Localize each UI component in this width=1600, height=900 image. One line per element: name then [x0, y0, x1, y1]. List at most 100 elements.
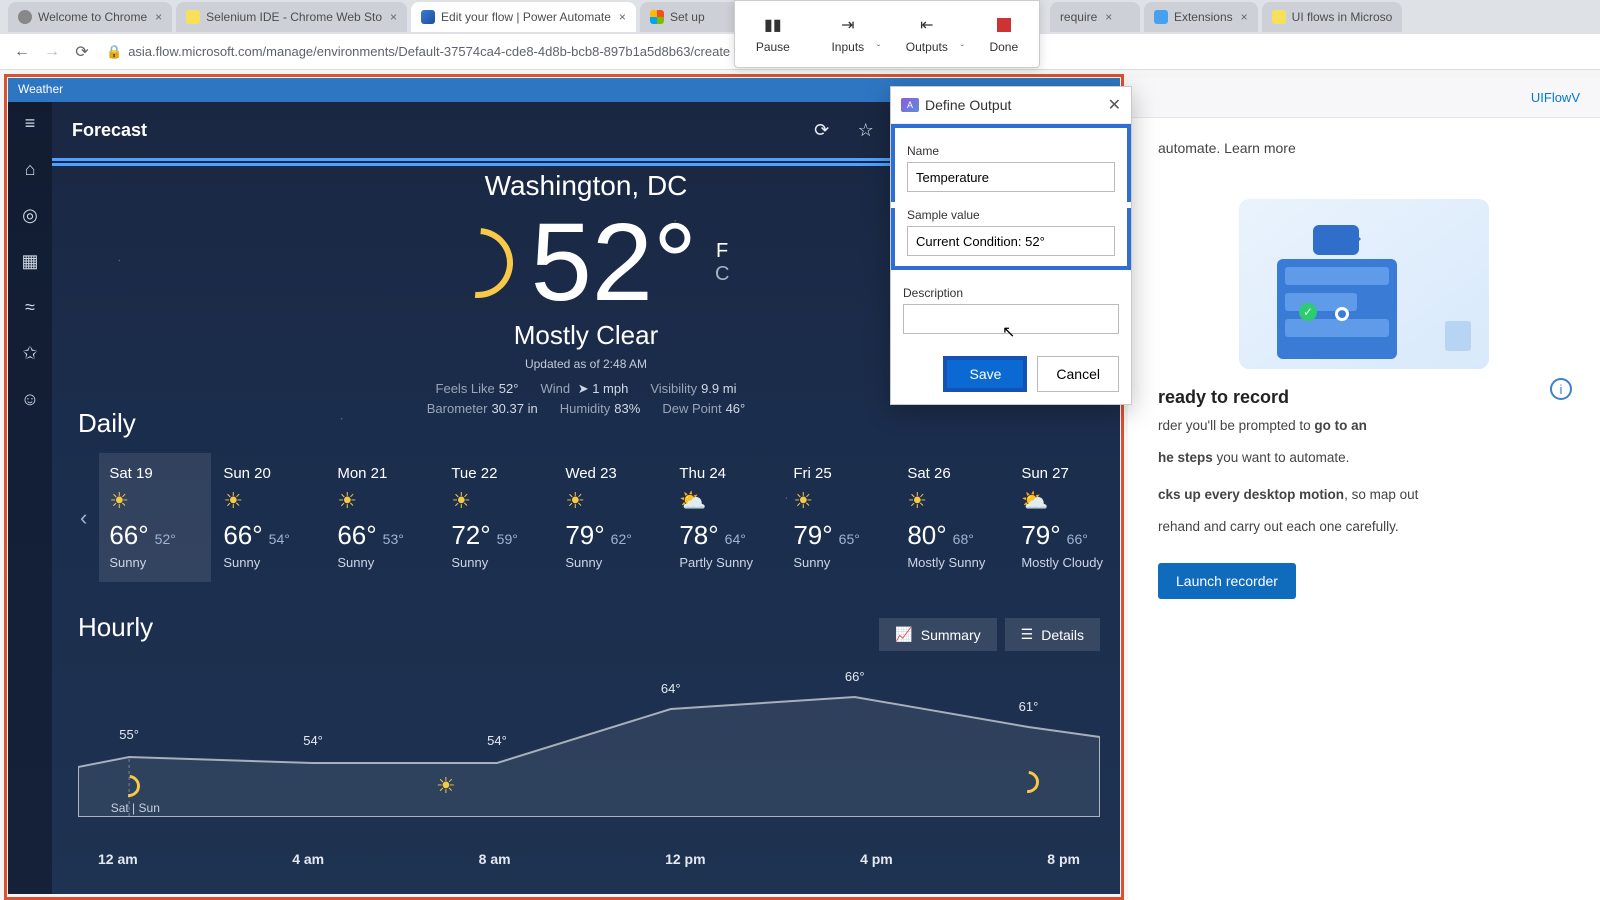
close-icon[interactable]: × [1241, 10, 1248, 24]
day-tile[interactable]: Sat 26☀80°68°Mostly Sunny [897, 453, 1009, 582]
moon-icon [428, 214, 527, 313]
cancel-button[interactable]: Cancel [1037, 356, 1119, 392]
chevron-down-icon: ˇ [960, 44, 963, 55]
temperature: 52° [531, 208, 697, 318]
chart-icon: 📈 [895, 626, 912, 643]
flow-name: UIFlowV [1531, 90, 1580, 105]
save-button[interactable]: Save [943, 356, 1027, 392]
close-icon[interactable]: ✕ [1108, 95, 1121, 115]
daily-title: Daily [78, 408, 1100, 439]
x-tick: 12 am [98, 851, 138, 867]
unit-c[interactable]: C [715, 263, 729, 286]
outputs-icon: ⇤ [920, 14, 933, 36]
x-tick: 4 pm [860, 851, 893, 867]
info-text: automate. Learn more [1128, 118, 1600, 179]
description-input[interactable] [903, 304, 1119, 334]
ready-heading: ready to record [1158, 387, 1570, 408]
x-tick: 12 pm [665, 851, 705, 867]
favorite-icon[interactable]: ✩ [19, 342, 41, 364]
forward-button[interactable]: → [40, 40, 64, 64]
tab-label: UI flows in Microso [1292, 10, 1393, 24]
illustration: ✓ [1239, 199, 1489, 369]
day-tile[interactable]: Sun 27⛅79°66°Mostly Cloudy [1011, 453, 1120, 582]
tab-welcome[interactable]: Welcome to Chrome× [8, 2, 172, 32]
sidebar: ≡ ⌂ ◎ ▦ ≈ ✩ ☺ [8, 102, 52, 894]
outputs-button[interactable]: ⇤Outputsˇ [906, 14, 948, 54]
chevron-down-icon: ˇ [877, 44, 880, 55]
radar-icon[interactable]: ◎ [19, 204, 41, 226]
recorder-toolbar: ▮▮ Pause ⇥ Inputs ˇ ⇤ Outputs ˇ Done [734, 0, 1040, 68]
tab-setup[interactable]: Set up [640, 2, 740, 32]
daily-section: Daily ‹ Sat 19☀66°52°SunnySun 20☀66°54°S… [78, 408, 1100, 582]
unit-f[interactable]: F [715, 240, 729, 263]
back-button[interactable]: ← [10, 40, 34, 64]
x-tick: 4 am [292, 851, 324, 867]
home-icon[interactable]: ⌂ [19, 158, 41, 180]
pause-icon: ▮▮ [764, 14, 782, 36]
tab-extensions[interactable]: Extensions × [1144, 2, 1258, 32]
star-icon[interactable]: ☆ [848, 112, 884, 148]
feedback-icon[interactable]: ☺ [19, 388, 41, 410]
name-input[interactable] [907, 162, 1115, 192]
chevron-left-icon[interactable]: ‹ [78, 505, 89, 531]
done-button[interactable]: Done [989, 14, 1018, 54]
day-tile[interactable]: Wed 23☀79°62°Sunny [555, 453, 667, 582]
day-tile[interactable]: Tue 22☀72°59°Sunny [441, 453, 553, 582]
tab-powerautomate[interactable]: Edit your flow | Power Automate × [411, 2, 636, 32]
stop-icon [997, 14, 1011, 36]
launch-recorder-button[interactable]: Launch recorder [1158, 563, 1296, 599]
sample-input[interactable] [907, 226, 1115, 256]
unit-toggle[interactable]: FC [715, 240, 729, 286]
tab-label: Extensions [1174, 10, 1233, 24]
label: Done [989, 40, 1018, 54]
ready-text: rder you'll be prompted to go to an [1158, 416, 1570, 436]
pause-button[interactable]: ▮▮ Pause [756, 14, 790, 54]
tab-label: Edit your flow | Power Automate [441, 10, 611, 24]
day-tile[interactable]: Sat 19☀66°52°Sunny [99, 453, 211, 582]
address-bar[interactable]: 🔒 asia.flow.microsoft.com/manage/environm… [106, 44, 730, 60]
lock-icon: 🔒 [106, 44, 122, 59]
dialog-title: Define Output [925, 97, 1108, 113]
chart-icon[interactable]: ≈ [19, 296, 41, 318]
day-tile[interactable]: Fri 25☀79°65°Sunny [783, 453, 895, 582]
list-icon: ☰ [1021, 626, 1034, 643]
url-text: asia.flow.microsoft.com/manage/environme… [128, 44, 730, 59]
flow-designer-panel: UIFlowV automate. Learn more ⇟ i ✓ ready… [1128, 78, 1600, 900]
tab-require[interactable]: require × [1050, 2, 1140, 32]
refresh-icon[interactable]: ⟳ [804, 112, 840, 148]
hourly-section: Hourly 📈Summary ☰Details 55° 54° 54° 64°… [78, 612, 1100, 867]
day-tile[interactable]: Sun 20☀66°54°Sunny [213, 453, 325, 582]
menu-icon[interactable]: ≡ [19, 112, 41, 134]
label: Pause [756, 40, 790, 54]
label: Inputs [831, 40, 864, 54]
reload-button[interactable]: ⟳ [70, 40, 94, 64]
close-icon[interactable]: × [1105, 10, 1112, 24]
tab-label: Selenium IDE - Chrome Web Sto [206, 10, 382, 24]
page-title: Forecast [72, 120, 147, 141]
hourly-chart: 55° 54° 54° 64° 66° 61° ☀ Sat | Sun 12 a… [78, 667, 1100, 867]
dialog-header: A Define Output ✕ [891, 87, 1131, 124]
tab-uiflows[interactable]: UI flows in Microso [1262, 2, 1403, 32]
top-bar: UIFlowV [1128, 78, 1600, 118]
details-button[interactable]: ☰Details [1005, 618, 1100, 651]
close-icon[interactable]: × [390, 10, 397, 24]
summary-button[interactable]: 📈Summary [879, 618, 996, 651]
description-label: Description [903, 286, 1119, 300]
ready-text: rehand and carry out each one carefully. [1158, 517, 1570, 537]
day-tile[interactable]: Thu 24⛅78°64°Partly Sunny [669, 453, 781, 582]
inputs-button[interactable]: ⇥Inputsˇ [831, 14, 864, 54]
inputs-icon: ⇥ [841, 14, 854, 36]
day-tile[interactable]: Mon 21☀66°53°Sunny [327, 453, 439, 582]
close-icon[interactable]: × [155, 10, 162, 24]
grid-icon[interactable]: ▦ [19, 250, 41, 272]
close-icon[interactable]: × [619, 10, 626, 24]
point-label: 61° [1019, 699, 1039, 714]
tab-selenium[interactable]: Selenium IDE - Chrome Web Sto × [176, 2, 407, 32]
label: Outputs [906, 40, 948, 54]
info-icon[interactable]: i [1550, 378, 1572, 400]
sample-label: Sample value [907, 208, 1115, 222]
tab-label: Set up [670, 10, 705, 24]
sun-icon: ☀ [436, 773, 456, 799]
tab-label: require [1060, 10, 1097, 24]
point-label: 64° [661, 681, 681, 696]
